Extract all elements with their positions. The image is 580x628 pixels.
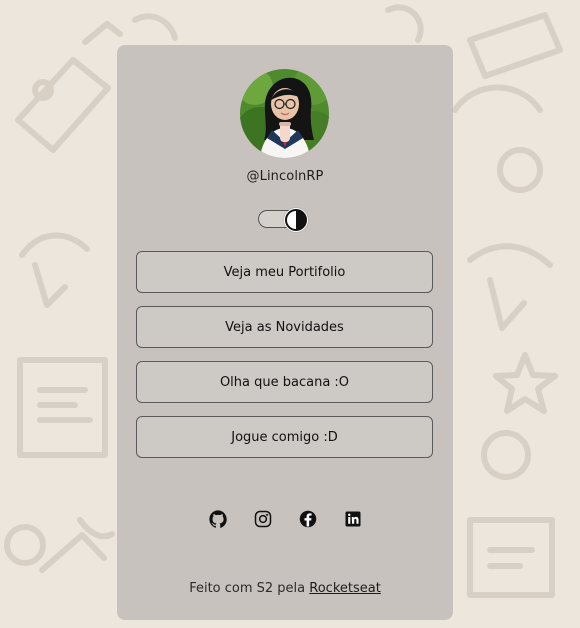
theme-toggle[interactable]: [258, 208, 308, 232]
cool-link-button[interactable]: Olha que bacana :O: [136, 361, 433, 403]
avatar: [240, 69, 329, 158]
profile-card: @LincolnRP Veja meu Portifolio Veja as N…: [117, 45, 453, 620]
toggle-knob: [284, 208, 308, 232]
avatar-image: [240, 69, 329, 158]
instagram-icon[interactable]: [254, 510, 272, 528]
facebook-icon[interactable]: [299, 510, 317, 528]
play-link-button[interactable]: Jogue comigo :D: [136, 416, 433, 458]
linkedin-icon[interactable]: [344, 510, 362, 528]
links-list: Veja meu Portifolio Veja as Novidades Ol…: [136, 251, 433, 471]
half-circle-contrast-icon: [285, 209, 307, 231]
footer: Feito com S2 pela Rocketseat: [117, 581, 453, 596]
portfolio-link-button[interactable]: Veja meu Portifolio: [136, 251, 433, 293]
rocketseat-link[interactable]: Rocketseat: [309, 581, 381, 596]
github-icon[interactable]: [208, 510, 227, 528]
social-links: [117, 510, 453, 528]
username: @LincolnRP: [246, 169, 324, 184]
news-link-button[interactable]: Veja as Novidades: [136, 306, 433, 348]
footer-text: Feito com S2 pela: [189, 581, 310, 596]
